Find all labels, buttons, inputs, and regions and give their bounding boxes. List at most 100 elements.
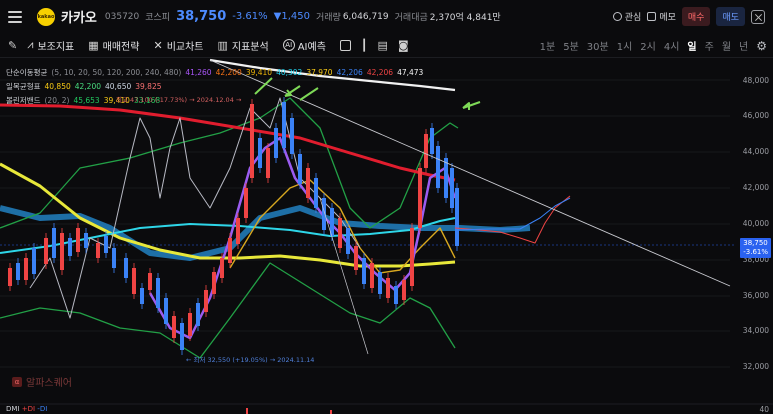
watermark-logo-icon: α (12, 376, 22, 387)
candlestick (290, 118, 294, 154)
amount-value: 2,370억 4,841만 (429, 13, 501, 23)
bb-params: (20, 2) (44, 96, 70, 105)
layout-icon[interactable]: ▤ (378, 39, 388, 52)
candlestick (84, 233, 88, 248)
candlestick (52, 228, 56, 258)
ichimoku-span-b (454, 195, 571, 244)
candlestick (410, 228, 414, 286)
person-icon (612, 12, 622, 21)
memo-icon (647, 12, 657, 21)
candlestick (76, 228, 80, 252)
period-1h[interactable]: 1시 (617, 38, 633, 53)
ichimoku-legend: 일목균형표 40,850 42,200 40,650 39,825 (6, 81, 166, 92)
bb-value: 45,653 (73, 96, 100, 105)
ma-value: 42,206 (366, 68, 394, 77)
ichimoku-value: 40,850 (44, 82, 71, 91)
interest-button[interactable]: 관심 (612, 10, 642, 23)
ichimoku-value: 40,650 (105, 82, 132, 91)
period-month[interactable]: 월 (722, 38, 731, 53)
annotation-arrow (299, 87, 319, 101)
y-tick: 42,000 (742, 183, 769, 192)
ichimoku-value: 39,825 (135, 82, 162, 91)
buy-button[interactable]: 매수 (681, 7, 711, 26)
ai-icon: AI (282, 39, 295, 51)
ma-value: 42,206 (336, 68, 363, 77)
stock-name[interactable]: 카카오 (61, 7, 97, 26)
y-tick: 36,000 (742, 291, 769, 300)
dmi-plus: +DI (21, 405, 36, 413)
kakao-logo: kakao (37, 7, 55, 26)
candlestick (180, 323, 184, 350)
chart-canvas[interactable] (0, 58, 773, 414)
low-annotation: ← 최저 32,550 (+19.05%) → 2024.11.14 (186, 356, 315, 364)
high-annotation: 최고 47,100 (-17.73%) → 2024.12.04 → (116, 96, 242, 104)
period-week[interactable]: 주 (705, 38, 714, 53)
current-price: 38,750 (176, 9, 227, 24)
candlestick (148, 273, 152, 290)
ai-forecast-button[interactable]: AI AI예측 (282, 38, 326, 53)
period-4h[interactable]: 4시 (664, 38, 680, 53)
menu-icon[interactable] (8, 10, 22, 23)
dmi-legend: DMI +DI -DI (6, 405, 47, 413)
y-tick: 40,000 (742, 219, 769, 228)
period-5min[interactable]: 5분 (563, 38, 579, 53)
gear-icon[interactable]: ⚙ (756, 39, 767, 53)
interest-label: 관심 (624, 13, 642, 23)
price-tag-value: 38,750 (743, 239, 768, 247)
lagging-span (29, 97, 361, 319)
candlestick (104, 236, 108, 253)
chart-toolbar: ✎ ⩘ 보조지표 ▦ 매매전략 ✕ 비교차트 ▥ 지표분석 AI AI예측 ┃ … (0, 33, 773, 58)
annotation-arrow-head (462, 102, 470, 110)
candlestick (322, 198, 326, 230)
dmi-bar (330, 410, 332, 414)
candlestick (124, 258, 128, 278)
candlestick (32, 248, 36, 274)
candlestick (250, 104, 254, 178)
period-day[interactable]: 일 (687, 38, 696, 53)
strategy-button[interactable]: ▦ 매매전략 (88, 38, 139, 53)
candlestick (204, 290, 208, 312)
candlestick (386, 278, 390, 298)
dmi-bar (246, 408, 248, 414)
ichimoku-value: 42,200 (74, 82, 101, 91)
analysis-label: 지표분석 (231, 41, 269, 53)
candlestick (362, 258, 366, 284)
memo-label: 메모 (659, 13, 676, 23)
y-tick: 32,000 (742, 362, 769, 371)
watermark-text: 알파스퀘어 (26, 378, 72, 389)
ichimoku-span-a (454, 197, 571, 231)
checkbox-icon[interactable] (339, 39, 351, 51)
price-chart[interactable]: 단순이동평균 (5, 10, 20, 50, 120, 200, 240, 480… (0, 58, 773, 414)
candlestick (44, 238, 48, 264)
candlestick (424, 134, 428, 168)
change-percent: -3.61% (232, 11, 268, 22)
ichimoku-title: 일목균형표 (6, 82, 41, 91)
candlestick (132, 268, 136, 294)
compare-button[interactable]: ✕ 비교차트 (153, 38, 203, 53)
analysis-button[interactable]: ▥ 지표분석 (218, 38, 269, 53)
period-30min[interactable]: 30분 (587, 38, 609, 53)
period-1min[interactable]: 1분 (540, 38, 556, 53)
y-tick: 48,000 (742, 76, 769, 85)
price-tag-pct: -3.61% (743, 248, 768, 256)
period-2h[interactable]: 2시 (640, 38, 656, 53)
sell-button[interactable]: 매도 (716, 7, 745, 26)
candlestick (60, 233, 64, 270)
candlestick (220, 258, 224, 278)
candlestick (418, 168, 422, 228)
period-year[interactable]: 년 (739, 38, 748, 53)
ma-value: 39,410 (245, 68, 273, 77)
pencil-icon[interactable]: ✎ (8, 39, 17, 52)
candlestick (228, 238, 232, 263)
candlestick (24, 258, 28, 280)
memo-button[interactable]: 메모 (647, 10, 676, 23)
ma-value: 40,302 (276, 68, 303, 77)
ai-label: AI예측 (297, 41, 326, 53)
indicators-button[interactable]: ⩘ 보조지표 (27, 38, 74, 53)
candle-icon[interactable]: ┃ (361, 39, 368, 52)
candlestick (266, 148, 270, 178)
camera-icon[interactable]: ◙ (398, 39, 409, 52)
candlestick (172, 316, 176, 338)
close-icon[interactable] (751, 9, 765, 24)
candlestick (68, 238, 72, 256)
